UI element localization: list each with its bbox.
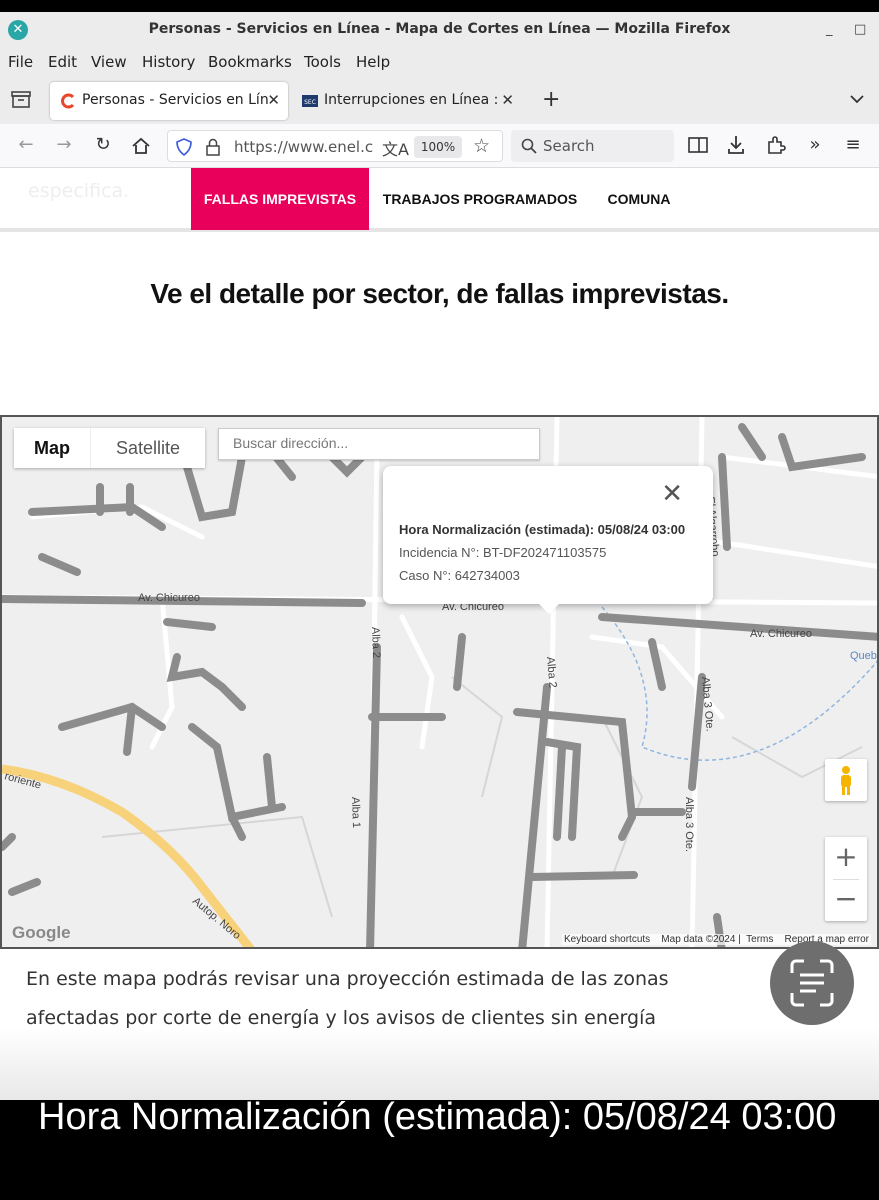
- address-placeholder: Buscar dirección...: [233, 435, 349, 451]
- translate-icon[interactable]: 文A: [382, 136, 409, 160]
- street-label-alba-3-ote: Alba 3 Ote.: [683, 797, 695, 852]
- tab-label: Personas - Servicios en Lín: [82, 92, 269, 108]
- menu-bar: File Edit View History Bookmarks Tools H…: [0, 48, 879, 78]
- tab-interrupciones[interactable]: SEC Interrupciones en Línea : ✕: [292, 82, 528, 120]
- map-description: En este mapa podrás revisar una proyecci…: [26, 968, 669, 1029]
- tab-bar: Personas - Servicios en Lín ✕ SEC Interr…: [0, 78, 879, 124]
- tab-trabajos-programados[interactable]: TRABAJOS PROGRAMADOS: [374, 168, 586, 230]
- caption-text: Hora Normalización (estimada): 05/08/24 …: [38, 1096, 837, 1138]
- map-type-control: Map Satellite: [14, 428, 205, 468]
- street-label-av-chicureo: Av. Chicureo: [750, 628, 812, 640]
- url-bar[interactable]: https://www.enel.c 文A 100% ☆: [167, 130, 503, 162]
- zoom-control: + −: [825, 837, 867, 921]
- new-tab-plus-icon[interactable]: +: [542, 87, 560, 112]
- more-tools-chevron-icon[interactable]: »: [803, 134, 827, 155]
- menu-bookmarks[interactable]: Bookmarks: [208, 53, 292, 71]
- street-label-alba-1: Alba 1: [349, 797, 362, 829]
- lock-icon[interactable]: [206, 138, 220, 156]
- tab-overview-icon[interactable]: [11, 91, 31, 109]
- zoom-level-badge[interactable]: 100%: [414, 136, 462, 158]
- menu-tools[interactable]: Tools: [304, 53, 341, 71]
- bottom-fade: [0, 1028, 879, 1100]
- search-bar[interactable]: Search: [511, 130, 674, 162]
- hamburger-menu-icon[interactable]: ≡: [841, 134, 865, 155]
- map-data-text: Map data ©2024: [661, 934, 736, 945]
- map-button[interactable]: Map: [14, 428, 90, 468]
- search-icon: [521, 138, 537, 154]
- list-tabs-chevron-icon[interactable]: [849, 93, 865, 105]
- search-placeholder: Search: [543, 137, 595, 155]
- street-view-pegman-icon[interactable]: [825, 759, 867, 801]
- incident-info-window: ✕ Hora Normalización (estimada): 05/08/2…: [383, 466, 713, 614]
- bookmark-star-icon[interactable]: ☆: [473, 135, 490, 157]
- popup-normalization-time: Hora Normalización (estimada): 05/08/24 …: [399, 522, 686, 537]
- sec-favicon-icon: SEC: [302, 95, 318, 107]
- zoom-out-minus-icon[interactable]: −: [825, 879, 867, 921]
- popup-incident-number: Incidencia N°: BT-DF202471103575: [399, 545, 607, 560]
- extensions-puzzle-icon[interactable]: [766, 135, 786, 155]
- popup-case-number: Caso N°: 642734003: [399, 568, 520, 583]
- reload-icon[interactable]: ↻: [91, 134, 115, 155]
- tracking-protection-shield-icon[interactable]: [176, 138, 192, 156]
- navigation-toolbar: ← → ↻ https://www.enel.c 文A 100% ☆ Searc…: [0, 124, 879, 168]
- close-icon[interactable]: ✕: [661, 478, 683, 509]
- menu-file[interactable]: File: [8, 53, 33, 71]
- address-search-input[interactable]: Buscar dirección...: [218, 428, 540, 460]
- maximize-button[interactable]: □: [854, 22, 866, 37]
- google-logo: Google: [12, 923, 71, 942]
- home-icon[interactable]: [131, 137, 151, 155]
- outage-map[interactable]: Av. Chicureo Av. Chicureo Av. Chicureo A…: [0, 415, 879, 949]
- sidebar-toggle-icon[interactable]: [688, 137, 708, 153]
- page-headline: Ve el detalle por sector, de fallas impr…: [150, 278, 729, 309]
- menu-edit[interactable]: Edit: [48, 53, 77, 71]
- menu-help[interactable]: Help: [356, 53, 390, 71]
- enel-favicon-icon: [61, 93, 75, 109]
- minimize-button[interactable]: _: [826, 22, 833, 37]
- back-arrow-icon[interactable]: ←: [14, 134, 38, 155]
- street-label-av-chicureo: Av. Chicureo: [138, 592, 200, 604]
- tab-close-icon[interactable]: ✕: [267, 91, 280, 109]
- url-text: https://www.enel.c: [234, 138, 374, 156]
- keyboard-shortcuts-link[interactable]: Keyboard shortcuts: [564, 934, 650, 945]
- street-label-quebrada: Quebr: [850, 650, 879, 662]
- forward-arrow-icon[interactable]: →: [52, 134, 76, 155]
- menu-history[interactable]: History: [142, 53, 195, 71]
- menu-view[interactable]: View: [91, 53, 127, 71]
- downloads-icon[interactable]: [727, 135, 745, 155]
- satellite-button[interactable]: Satellite: [90, 428, 205, 468]
- phone-status-bar: [0, 0, 879, 12]
- tab-fallas-imprevistas[interactable]: FALLAS IMPREVISTAS: [191, 168, 369, 230]
- tab-personas[interactable]: Personas - Servicios en Lín ✕: [50, 82, 288, 120]
- tab-comuna[interactable]: COMUNA: [592, 168, 686, 230]
- web-page: especifica. FALLAS IMPREVISTAS TRABAJOS …: [0, 168, 879, 1100]
- window-titlebar: ✕ Personas - Servicios en Línea - Mapa d…: [0, 12, 879, 48]
- tab-label: Interrupciones en Línea :: [324, 92, 499, 108]
- street-label-alba-2: Alba 2: [369, 627, 382, 659]
- tab-close-icon[interactable]: ✕: [501, 91, 514, 109]
- faded-text: especifica.: [28, 180, 130, 202]
- window-title: Personas - Servicios en Línea - Mapa de …: [148, 21, 731, 37]
- site-navigation: especifica. FALLAS IMPREVISTAS TRABAJOS …: [0, 168, 879, 232]
- text-scan-icon[interactable]: [770, 941, 854, 1025]
- svg-text:SEC: SEC: [304, 99, 316, 106]
- caption-overlay: Hora Normalización (estimada): 05/08/24 …: [0, 1096, 879, 1200]
- zoom-in-plus-icon[interactable]: +: [825, 837, 867, 879]
